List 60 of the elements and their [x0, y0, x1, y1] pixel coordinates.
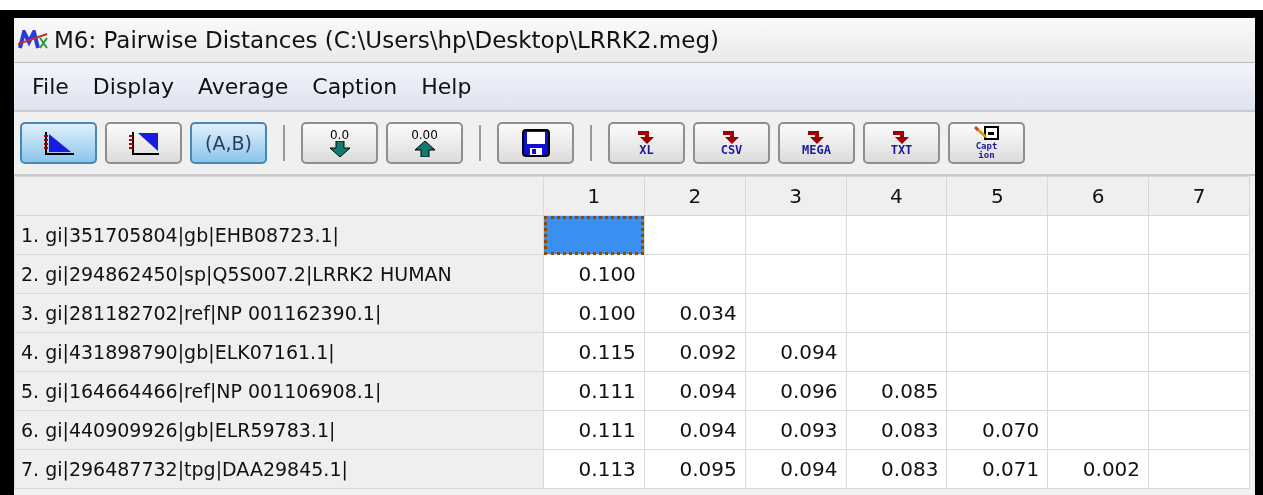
- pencil-note-icon: [973, 126, 1000, 142]
- column-header: 3: [745, 176, 847, 216]
- row-label: 4. gi|431898790|gb|ELK07161.1|: [14, 332, 544, 372]
- distance-cell[interactable]: 0.111: [543, 410, 645, 450]
- distance-cell[interactable]: 0.093: [745, 410, 847, 450]
- menu-item[interactable]: Help: [409, 70, 484, 103]
- lower-triangle-icon: [42, 130, 75, 156]
- distance-cell[interactable]: 0.002: [1047, 449, 1149, 489]
- distance-cell[interactable]: 0.034: [644, 293, 746, 333]
- arrow-up-icon: [412, 141, 437, 157]
- export-button[interactable]: MEGA: [778, 122, 855, 164]
- caption-button[interactable]: Capt ion: [948, 122, 1025, 164]
- distance-cell[interactable]: 0.071: [946, 449, 1048, 489]
- save-button[interactable]: [497, 122, 574, 164]
- row-label: 7. gi|296487732|tpg|DAA29845.1|: [14, 449, 544, 489]
- column-header: 4: [846, 176, 947, 216]
- column-header: 5: [946, 176, 1048, 216]
- row-label: 6. gi|440909926|gb|ELR59783.1|: [14, 410, 544, 450]
- distance-cell[interactable]: 0.096: [745, 371, 847, 411]
- distance-cell[interactable]: 0.092: [644, 332, 746, 372]
- menu-item[interactable]: Caption: [300, 70, 410, 103]
- menu-item[interactable]: Average: [185, 70, 301, 103]
- distance-cell[interactable]: 0.085: [846, 371, 947, 411]
- distance-cell[interactable]: 0.115: [543, 332, 645, 372]
- distance-cell[interactable]: 0.100: [543, 254, 645, 294]
- row-label: 2. gi|294862450|sp|Q5S007.2|LRRK2 HUMAN: [14, 254, 544, 294]
- row-label: 5. gi|164664466|ref|NP 001106908.1|: [14, 371, 544, 411]
- distance-cell[interactable]: 0.100: [543, 293, 645, 333]
- column-header: 1: [543, 176, 645, 216]
- upper-triangle-icon: [127, 130, 160, 156]
- pair-toggle-button[interactable]: (A,B): [190, 122, 267, 164]
- decimals-button[interactable]: 0.00: [386, 122, 463, 164]
- distance-cell[interactable]: 0.083: [846, 449, 947, 489]
- distance-cell[interactable]: 0.094: [745, 332, 847, 372]
- arrow-down-icon: [327, 141, 352, 157]
- matrix-view-button[interactable]: [105, 122, 182, 164]
- save-icon: [521, 129, 550, 157]
- export-button[interactable]: TXT: [863, 122, 940, 164]
- app-logo-icon: [18, 30, 48, 50]
- distance-cell[interactable]: 0.095: [644, 449, 746, 489]
- column-header: 6: [1047, 176, 1149, 216]
- export-button[interactable]: XL: [608, 122, 685, 164]
- distance-cell[interactable]: 0.070: [946, 410, 1048, 450]
- column-header: 2: [644, 176, 746, 216]
- row-label: 1. gi|351705804|gb|EHB08723.1|: [14, 215, 544, 255]
- distance-cell[interactable]: 0.094: [745, 449, 847, 489]
- distance-cell[interactable]: 0.094: [644, 410, 746, 450]
- menu-item[interactable]: Display: [80, 70, 186, 103]
- decimals-button[interactable]: 0.0: [301, 122, 378, 164]
- distance-cell[interactable]: 0.083: [846, 410, 947, 450]
- export-button[interactable]: CSV: [693, 122, 770, 164]
- menu-item[interactable]: File: [20, 70, 81, 103]
- distance-cell[interactable]: [543, 215, 645, 255]
- distance-cell[interactable]: 0.094: [644, 371, 746, 411]
- distance-cell[interactable]: 0.111: [543, 371, 645, 411]
- row-label: 3. gi|281182702|ref|NP 001162390.1|: [14, 293, 544, 333]
- column-header: 7: [1148, 176, 1250, 216]
- matrix-view-button[interactable]: [20, 122, 97, 164]
- distance-cell[interactable]: 0.113: [543, 449, 645, 489]
- window-title: M6: Pairwise Distances (C:\Users\hp\Desktop\LRRK2.meg): [54, 27, 719, 53]
